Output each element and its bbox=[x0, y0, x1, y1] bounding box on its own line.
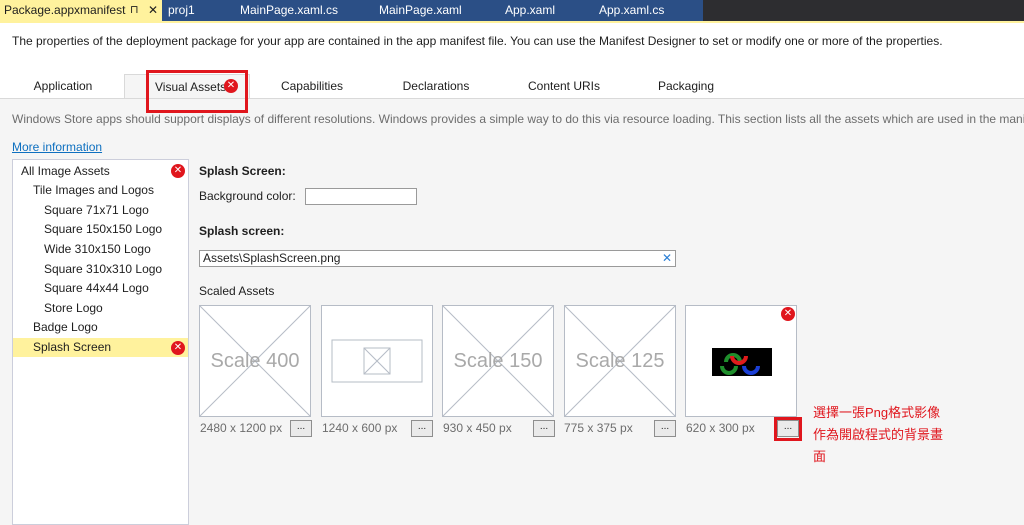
tab-capabilities[interactable]: Capabilities bbox=[272, 74, 352, 99]
doc-tab-package-manifest[interactable]: Package.appxmanifest ⊓ ✕ bbox=[0, 0, 162, 21]
tree-item-wide-310-logo[interactable]: Wide 310x150 Logo bbox=[13, 240, 188, 259]
manifest-description: The properties of the deployment package… bbox=[12, 34, 943, 48]
browse-button[interactable]: ... bbox=[533, 420, 555, 437]
asset-tree: All Image Assets Tile Images and Logos S… bbox=[12, 159, 189, 525]
splash-screen-heading: Splash Screen: bbox=[199, 164, 286, 178]
asset-error-icon: ✕ bbox=[781, 307, 795, 321]
clear-icon[interactable]: ✕ bbox=[662, 251, 672, 266]
asset-size-label: 930 x 450 px bbox=[443, 421, 512, 435]
tree-item-label: Square 310x310 Logo bbox=[44, 262, 163, 276]
scaled-assets-label: Scaled Assets bbox=[199, 284, 275, 298]
tree-item-tile-images-and-logos[interactable]: Tile Images and Logos bbox=[13, 181, 188, 200]
tree-item-splash-screen[interactable]: Splash Screen bbox=[13, 338, 188, 357]
visual-assets-highlight-box bbox=[146, 70, 248, 113]
tree-item-label: Tile Images and Logos bbox=[33, 183, 154, 197]
document-tab-strip: Package.appxmanifest ⊓ ✕ proj1 MainPage.… bbox=[0, 0, 1024, 23]
tree-item-label: Store Logo bbox=[44, 301, 103, 315]
splash-screen-input[interactable]: Assets\SplashScreen.png bbox=[199, 250, 676, 267]
asset-size-label: 2480 x 1200 px bbox=[200, 421, 283, 435]
splash-screen-label: Splash screen: bbox=[199, 224, 285, 238]
doc-tab-app-xaml[interactable]: App.xaml bbox=[505, 0, 555, 21]
doc-tab-app-xaml-cs[interactable]: App.xaml.cs bbox=[599, 0, 664, 21]
tree-item-label: Square 71x71 Logo bbox=[44, 203, 149, 217]
background-color-label: Background color: bbox=[199, 189, 296, 203]
annotation-note: 選擇一張Png格式影像作為開啟程式的背景畫面 bbox=[813, 405, 944, 464]
more-information-link[interactable]: More information bbox=[12, 140, 102, 154]
asset-scale-label: Scale 150 bbox=[453, 350, 543, 372]
pin-icon[interactable]: ⊓ bbox=[130, 0, 139, 21]
asset-scale-400[interactable]: Scale 400 bbox=[199, 305, 311, 417]
tree-item-square-71-logo[interactable]: Square 71x71 Logo bbox=[13, 201, 188, 220]
tree-item-label: Square 150x150 Logo bbox=[44, 222, 163, 236]
tree-item-store-logo[interactable]: Store Logo bbox=[13, 299, 188, 318]
browse-button[interactable]: ... bbox=[411, 420, 433, 437]
asset-scale-label bbox=[686, 306, 796, 416]
tree-item-label: Square 44x44 Logo bbox=[44, 281, 149, 295]
tree-item-square-44-logo[interactable]: Square 44x44 Logo bbox=[13, 279, 188, 298]
tab-application[interactable]: Application bbox=[23, 74, 103, 99]
tree-item-badge-logo[interactable]: Badge Logo bbox=[13, 318, 188, 337]
asset-scale-label: Scale 400 bbox=[210, 350, 300, 372]
splash-screen-error-icon: ✕ bbox=[171, 341, 185, 355]
tree-item-label: Badge Logo bbox=[33, 320, 98, 334]
asset-scale-200[interactable] bbox=[321, 305, 433, 417]
tree-item-square-150-logo[interactable]: Square 150x150 Logo bbox=[13, 220, 188, 239]
asset-scale-150[interactable]: Scale 150 bbox=[442, 305, 554, 417]
tab-declarations[interactable]: Declarations bbox=[396, 74, 476, 99]
asset-scale-label bbox=[322, 306, 432, 416]
tree-item-all-image-assets[interactable]: All Image Assets bbox=[13, 162, 188, 181]
doc-tab-mainpage-xaml-cs[interactable]: MainPage.xaml.cs bbox=[240, 0, 338, 21]
browse-button[interactable]: ... bbox=[654, 420, 676, 437]
tree-item-label: Splash Screen bbox=[33, 340, 112, 354]
tree-item-label: Wide 310x150 Logo bbox=[44, 242, 151, 256]
tab-packaging[interactable]: Packaging bbox=[646, 74, 726, 99]
visual-assets-intro: Windows Store apps should support displa… bbox=[12, 112, 1024, 126]
browse-button[interactable]: ... bbox=[290, 420, 312, 437]
tree-item-label: All Image Assets bbox=[21, 164, 110, 178]
doc-tab-label: Package.appxmanifest bbox=[4, 3, 126, 17]
close-icon[interactable]: ✕ bbox=[148, 0, 158, 21]
asset-size-label: 620 x 300 px bbox=[686, 421, 755, 435]
tab-content-uris[interactable]: Content URIs bbox=[521, 74, 607, 99]
asset-size-label: 1240 x 600 px bbox=[322, 421, 398, 435]
asset-scale-100[interactable] bbox=[685, 305, 797, 417]
background-color-input[interactable] bbox=[305, 188, 417, 205]
asset-scale-label: Scale 125 bbox=[575, 350, 665, 372]
all-assets-error-icon: ✕ bbox=[171, 164, 185, 178]
doc-tab-mainpage-xaml[interactable]: MainPage.xaml bbox=[379, 0, 462, 21]
asset-size-label: 775 x 375 px bbox=[564, 421, 633, 435]
doc-tab-proj1[interactable]: proj1 bbox=[168, 0, 195, 21]
tree-item-square-310-logo[interactable]: Square 310x310 Logo bbox=[13, 260, 188, 279]
browse-highlight-box bbox=[774, 417, 802, 441]
asset-scale-125[interactable]: Scale 125 bbox=[564, 305, 676, 417]
